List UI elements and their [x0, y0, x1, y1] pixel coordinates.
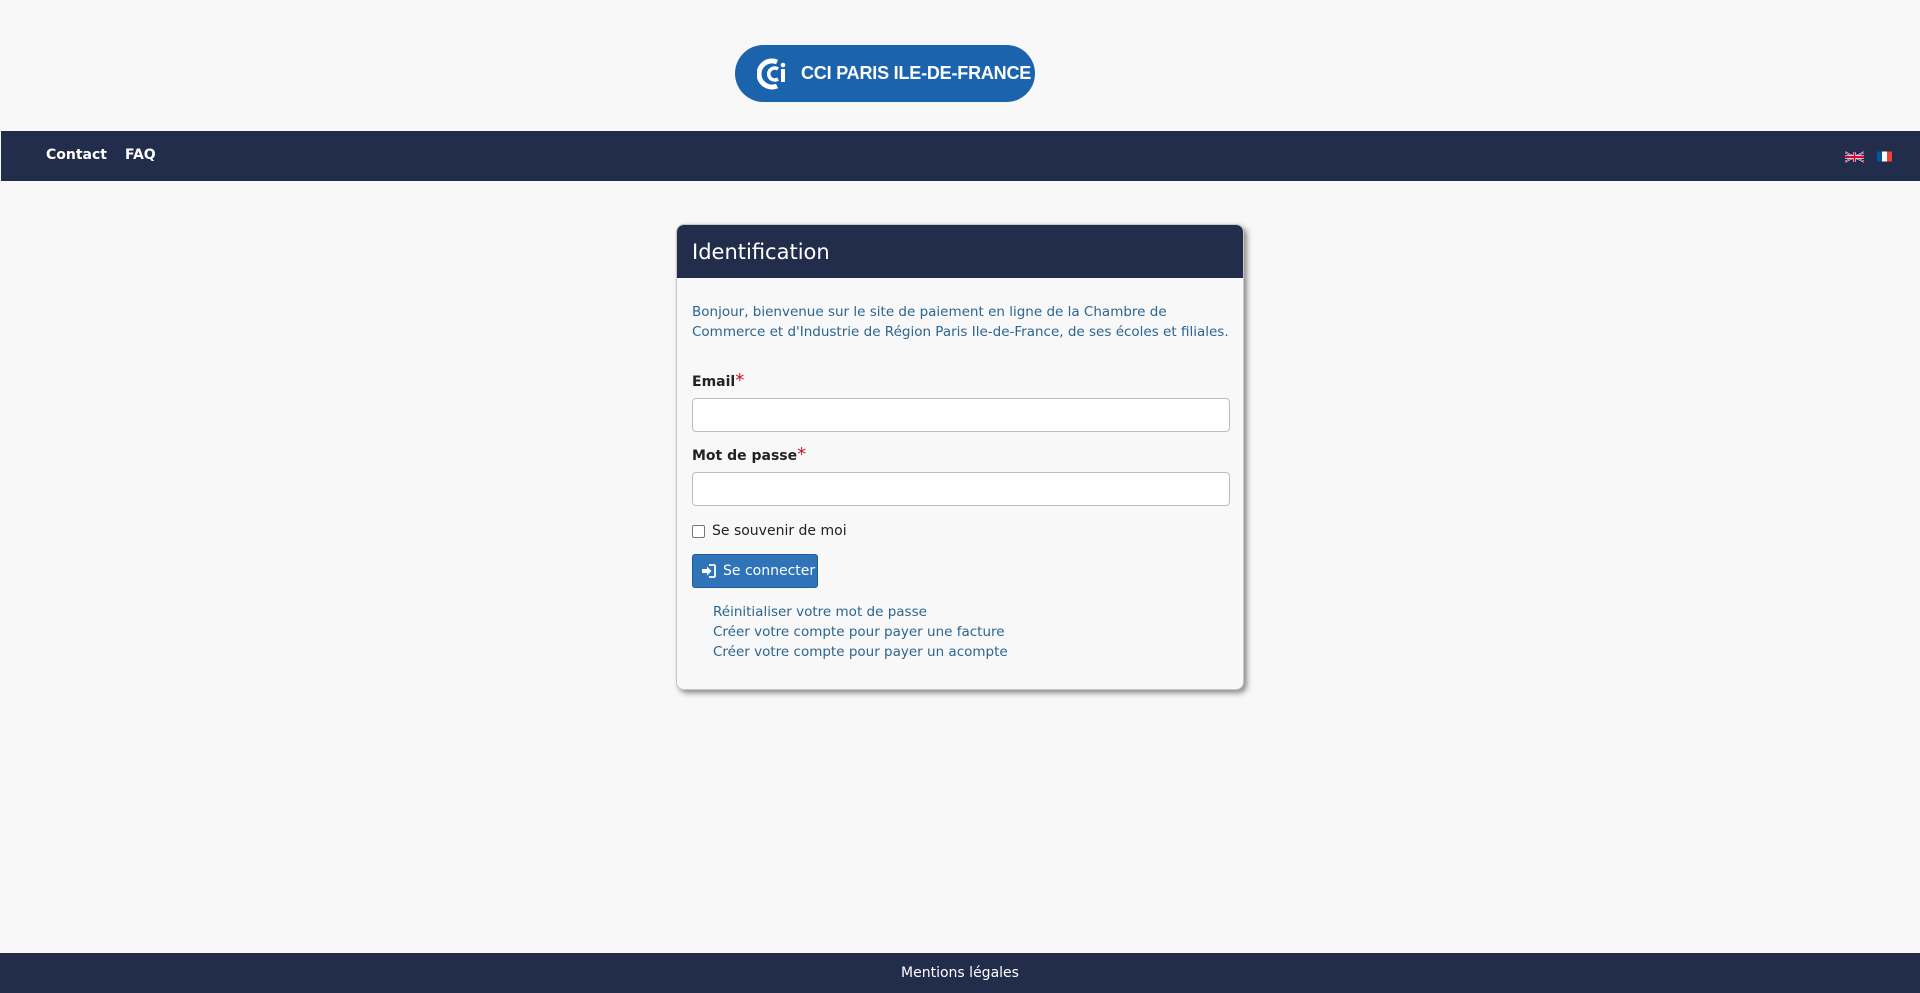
- cci-logo-mark-icon: [757, 58, 786, 89]
- panel-title: Identification: [692, 239, 830, 264]
- welcome-text: Bonjour, bienvenue sur le site de paieme…: [692, 304, 1229, 340]
- required-mark: *: [797, 444, 807, 465]
- remember-me-checkbox[interactable]: [692, 524, 705, 538]
- nav-contact-link[interactable]: Contact: [46, 147, 107, 163]
- english-flag-icon[interactable]: [1845, 151, 1864, 163]
- top-navbar: Contact FAQ: [1, 131, 1920, 181]
- login-button-label: Se connecter: [723, 563, 816, 579]
- remember-me: Se souvenir de moi: [692, 523, 847, 539]
- create-account-invoice-link[interactable]: Créer votre compte pour payer une factur…: [713, 622, 1008, 642]
- required-mark: *: [735, 370, 745, 391]
- reset-password-link[interactable]: Réinitialiser votre mot de passe: [713, 602, 1008, 622]
- email-label: Email*: [692, 370, 744, 391]
- footer: Mentions légales: [0, 953, 1920, 993]
- password-label: Mot de passe*: [692, 444, 806, 465]
- cci-logo[interactable]: CCI PARIS ILE-DE-FRANCE: [735, 45, 1035, 102]
- identification-panel: Identification Bonjour, bienvenue sur le…: [676, 224, 1244, 690]
- account-links: Réinitialiser votre mot de passe Créer v…: [713, 602, 1008, 662]
- panel-header: Identification: [677, 225, 1243, 278]
- french-flag-icon[interactable]: [1877, 150, 1892, 163]
- password-field[interactable]: [692, 472, 1230, 506]
- legal-notice-link[interactable]: Mentions légales: [901, 965, 1019, 981]
- create-account-deposit-link[interactable]: Créer votre compte pour payer un acompte: [713, 642, 1008, 662]
- email-field[interactable]: [692, 398, 1230, 432]
- remember-me-label[interactable]: Se souvenir de moi: [712, 523, 847, 539]
- logo-text: CCI PARIS ILE-DE-FRANCE: [801, 63, 1032, 83]
- sign-in-icon: [702, 564, 716, 578]
- password-label-text: Mot de passe: [692, 448, 798, 464]
- nav-faq-link[interactable]: FAQ: [125, 147, 156, 163]
- logo-bar: CCI PARIS ILE-DE-FRANCE: [0, 0, 1920, 131]
- email-label-text: Email: [692, 374, 736, 390]
- login-button[interactable]: Se connecter: [692, 554, 818, 588]
